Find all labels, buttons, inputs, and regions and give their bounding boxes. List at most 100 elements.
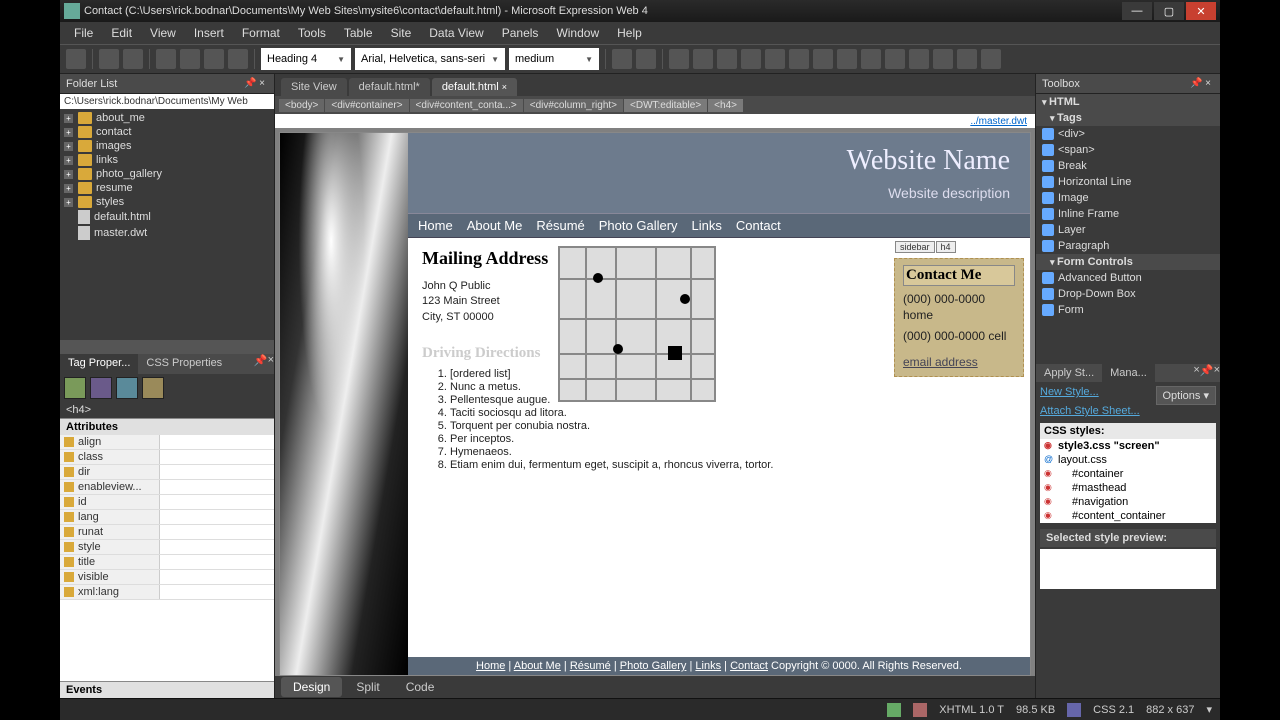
close-button[interactable]: ✕ — [1186, 2, 1216, 20]
toolbox-category[interactable]: HTML — [1036, 94, 1220, 110]
bold-icon[interactable] — [669, 49, 689, 69]
tree-item[interactable]: +links — [60, 153, 274, 167]
status-icon[interactable] — [913, 703, 927, 717]
status-icon[interactable] — [887, 703, 901, 717]
breadcrumb-item[interactable]: <div#container> — [325, 99, 408, 112]
attr-value[interactable] — [160, 435, 274, 449]
menu-edit[interactable]: Edit — [103, 23, 140, 43]
master-link[interactable]: ../master.dwt — [970, 116, 1027, 127]
attr-name[interactable]: visible — [60, 570, 160, 584]
footer-link[interactable]: Home — [476, 660, 505, 672]
toolbox-item[interactable]: Horizontal Line — [1036, 174, 1220, 190]
attr-name[interactable]: class — [60, 450, 160, 464]
events-section[interactable]: Events — [60, 681, 274, 698]
highlight-icon[interactable] — [933, 49, 953, 69]
outdent-icon[interactable] — [861, 49, 881, 69]
footer-link[interactable]: Links — [695, 660, 721, 672]
toolbox-item[interactable]: Image — [1036, 190, 1220, 206]
publish-icon[interactable] — [180, 49, 200, 69]
close-panel-icon[interactable]: × — [268, 354, 274, 374]
tab-css-properties[interactable]: CSS Properties — [138, 354, 230, 374]
attr-name[interactable]: dir — [60, 465, 160, 479]
pin-icon[interactable]: 📌 — [244, 78, 256, 89]
attributes-section[interactable]: Attributes — [60, 418, 274, 435]
list-number-icon[interactable] — [837, 49, 857, 69]
breadcrumb-item[interactable]: <body> — [279, 99, 324, 112]
attr-value[interactable] — [160, 585, 274, 599]
tab-manage-styles[interactable]: Mana... — [1102, 364, 1155, 382]
tab-tag-properties[interactable]: Tag Proper... — [60, 354, 138, 374]
attr-value[interactable] — [160, 510, 274, 524]
menu-file[interactable]: File — [66, 23, 101, 43]
toolbox-item[interactable]: Layer — [1036, 222, 1220, 238]
folder-path[interactable]: C:\Users\rick.bodnar\Documents\My Web — [60, 94, 274, 109]
align-left-icon[interactable] — [741, 49, 761, 69]
status-icon[interactable] — [1067, 703, 1081, 717]
sidebar-editable[interactable]: sidebar h4 Contact Me (000) 000-0000 hom… — [894, 258, 1024, 377]
breadcrumb-item[interactable]: <div#content_conta...> — [410, 99, 523, 112]
footer-link[interactable]: About Me — [514, 660, 561, 672]
attr-name[interactable]: lang — [60, 510, 160, 524]
css-rule[interactable]: #navigation — [1040, 495, 1216, 509]
minimize-button[interactable]: — — [1122, 2, 1152, 20]
menu-view[interactable]: View — [142, 23, 184, 43]
font-color-icon[interactable] — [957, 49, 977, 69]
menu-insert[interactable]: Insert — [186, 23, 232, 43]
undo-icon[interactable] — [612, 49, 632, 69]
footer-link[interactable]: Contact — [730, 660, 768, 672]
attr-name[interactable]: id — [60, 495, 160, 509]
save-icon[interactable] — [123, 49, 143, 69]
doc-tab[interactable]: Site View — [281, 78, 347, 96]
view-tab-code[interactable]: Code — [394, 677, 447, 697]
menu-window[interactable]: Window — [548, 23, 607, 43]
nav-link[interactable]: About Me — [467, 218, 523, 233]
view-tab-split[interactable]: Split — [344, 677, 391, 697]
toolbox-item[interactable]: Form — [1036, 302, 1220, 318]
pin-icon[interactable]: 📌 — [1190, 78, 1202, 89]
nav-link[interactable]: Links — [692, 218, 722, 233]
toolbox-item[interactable]: Inline Frame — [1036, 206, 1220, 222]
sort-alpha-icon[interactable] — [64, 377, 86, 399]
view-tab-design[interactable]: Design — [281, 677, 342, 697]
pin-icon[interactable]: 📌 — [1200, 364, 1214, 382]
menu-tools[interactable]: Tools — [290, 23, 334, 43]
show-all-icon[interactable] — [142, 377, 164, 399]
doc-tab[interactable]: default.html* — [349, 78, 430, 96]
phone-cell[interactable]: (000) 000-0000 cell — [903, 329, 1015, 345]
tree-item[interactable]: +resume — [60, 181, 274, 195]
new-style-link[interactable]: New Style... — [1040, 386, 1099, 398]
nav-link[interactable]: Home — [418, 218, 453, 233]
toolbox-item[interactable]: Paragraph — [1036, 238, 1220, 254]
snapshot-icon[interactable] — [228, 49, 248, 69]
region-tag[interactable]: h4 — [936, 241, 956, 253]
tree-item[interactable]: +contact — [60, 125, 274, 139]
tree-item[interactable]: +styles — [60, 195, 274, 209]
new-icon[interactable] — [66, 49, 86, 69]
align-center-icon[interactable] — [765, 49, 785, 69]
css-rule[interactable]: style3.css "screen" — [1040, 439, 1216, 453]
close-panel-icon[interactable]: × — [256, 78, 268, 89]
menu-format[interactable]: Format — [234, 23, 288, 43]
attr-value[interactable] — [160, 450, 274, 464]
attr-value[interactable] — [160, 570, 274, 584]
tree-item[interactable]: master.dwt — [60, 225, 274, 241]
tab-apply-styles[interactable]: Apply St... — [1036, 364, 1102, 382]
attr-name[interactable]: title — [60, 555, 160, 569]
contact-me-heading[interactable]: Contact Me — [903, 265, 1015, 286]
show-set-icon[interactable] — [116, 377, 138, 399]
options-button[interactable]: Options ▾ — [1156, 386, 1217, 405]
toolbox-item[interactable]: <span> — [1036, 142, 1220, 158]
toolbox-item[interactable]: Advanced Button — [1036, 270, 1220, 286]
css-rule[interactable]: layout.css — [1040, 453, 1216, 467]
tree-item[interactable]: default.html — [60, 209, 274, 225]
toolbox-category[interactable]: Form Controls — [1036, 254, 1220, 270]
tree-item[interactable]: +photo_gallery — [60, 167, 274, 181]
toolbox-item[interactable]: Break — [1036, 158, 1220, 174]
underline-icon[interactable] — [717, 49, 737, 69]
preview-icon[interactable] — [156, 49, 176, 69]
close-panel-icon[interactable]: × — [1214, 364, 1220, 382]
list-bullet-icon[interactable] — [813, 49, 833, 69]
menu-help[interactable]: Help — [609, 23, 650, 43]
email-link[interactable]: email address — [903, 355, 978, 369]
sort-category-icon[interactable] — [90, 377, 112, 399]
